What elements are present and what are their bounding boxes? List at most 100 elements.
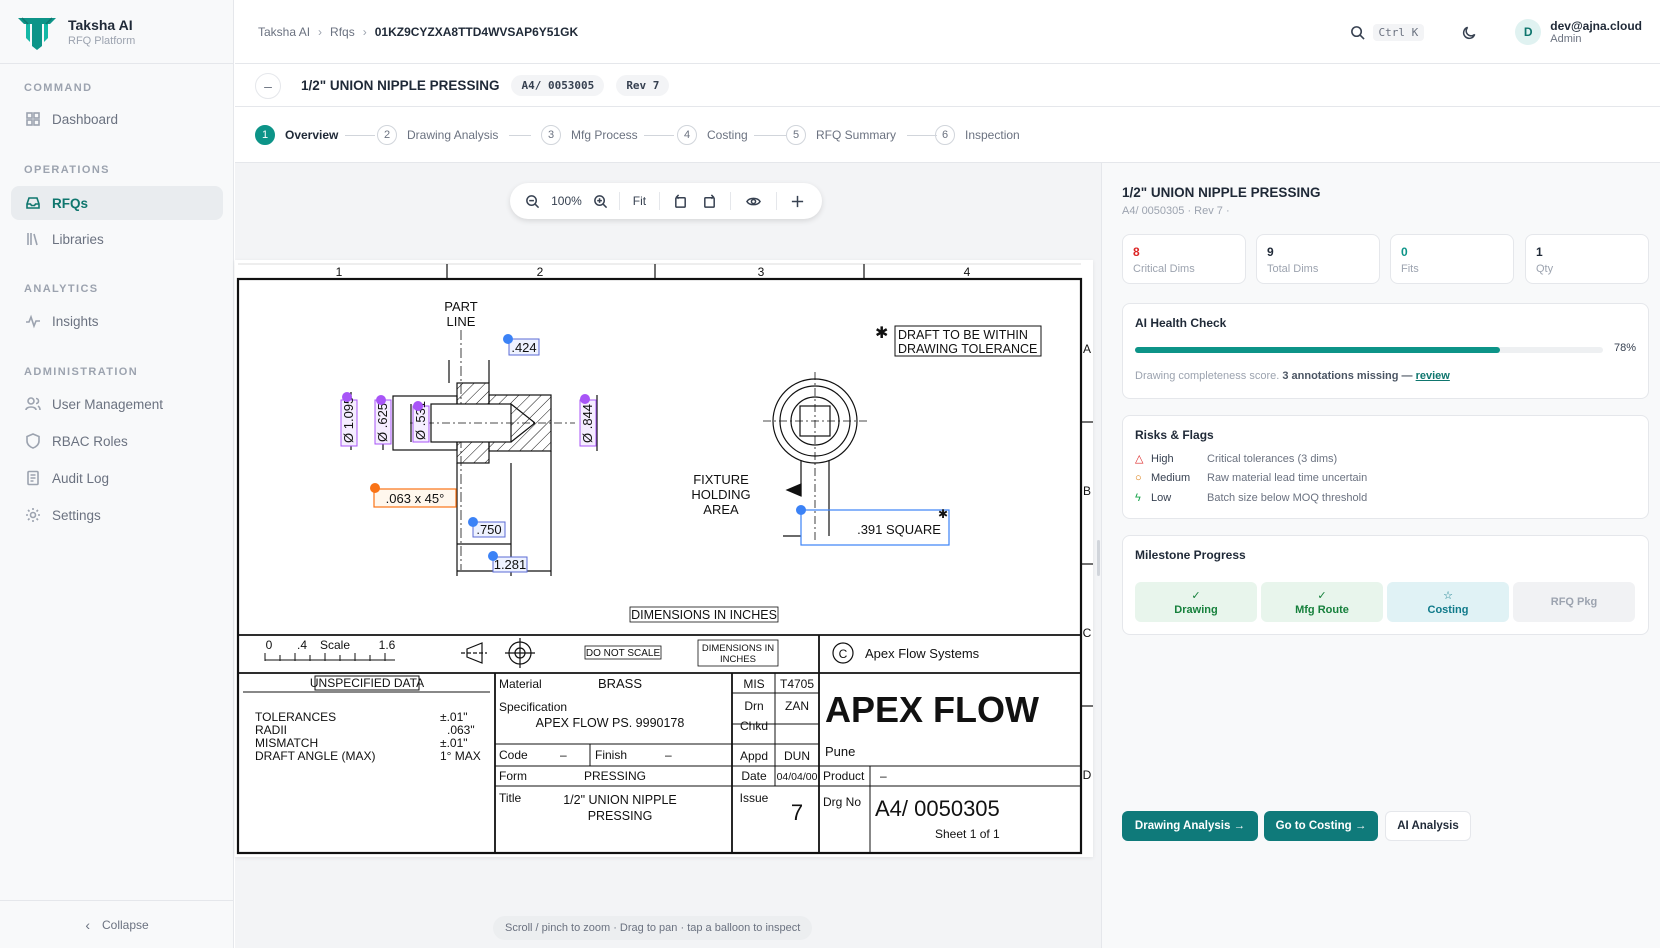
user-menu[interactable]: D dev@ajna.cloud Admin	[1515, 19, 1642, 45]
rotate-right-button[interactable]	[695, 183, 724, 219]
title-value: PRESSING	[588, 809, 653, 823]
zoom-out-button[interactable]	[520, 183, 545, 219]
rotate-right-icon	[704, 193, 715, 208]
review-link[interactable]: review	[1416, 370, 1450, 382]
milestone-drawing[interactable]: ✓ Drawing	[1135, 582, 1257, 622]
tolerance-key: MISMATCH	[255, 736, 318, 750]
step-rfq-summary[interactable]: 5 RFQ Summary	[786, 125, 896, 145]
breadcrumb-item[interactable]: Rfqs	[330, 25, 355, 39]
step-number: 1	[255, 125, 275, 145]
annotation-balloon[interactable]	[580, 394, 590, 404]
milestone-rfq-pkg[interactable]: RFQ Pkg	[1513, 582, 1635, 622]
mis-label: MIS	[743, 677, 764, 691]
card-title: Risks & Flags	[1135, 428, 1214, 442]
nav-section-operations: OPERATIONS	[24, 164, 110, 176]
step-connector	[345, 135, 375, 136]
sidebar-item-insights[interactable]: Insights	[11, 304, 223, 338]
stat-qty[interactable]: 1 Qty	[1525, 234, 1649, 284]
stat-critical-dims[interactable]: 8 Critical Dims	[1122, 234, 1246, 284]
draft-note: DRAWING TOLERANCE	[898, 342, 1037, 356]
sidebar-item-audit-log[interactable]: Audit Log	[11, 461, 223, 495]
sidebar-item-settings[interactable]: Settings	[11, 498, 223, 532]
rotate-left-icon	[675, 193, 686, 208]
step-number: 3	[541, 125, 561, 145]
rotate-left-button[interactable]	[666, 183, 695, 219]
part-line-label: LINE	[447, 314, 476, 329]
brand-subtitle: RFQ Platform	[68, 34, 136, 47]
risk-text: Batch size below MOQ threshold	[1207, 492, 1368, 504]
sidebar-item-dashboard[interactable]: Dashboard	[11, 102, 223, 136]
annotation-balloon[interactable]	[342, 392, 352, 402]
annotation-balloon[interactable]	[796, 505, 806, 515]
search-button[interactable]: Ctrl K	[1350, 23, 1425, 41]
product-value: –	[880, 769, 887, 783]
drawing-sheet[interactable]: 1 2 3 4 A B C D PART LINE .424 Ø 1.095 Ø…	[235, 260, 1093, 857]
stat-fits[interactable]: 0 Fits	[1390, 234, 1514, 284]
part-section-view	[350, 360, 598, 576]
drawing-analysis-button[interactable]: Drawing Analysis →	[1122, 811, 1258, 841]
sidebar-item-libraries[interactable]: Libraries	[11, 222, 223, 256]
spec-value: APEX FLOW PS. 9990178	[536, 716, 685, 730]
viewer-hint: Scroll / pinch to zoom · Drag to pan · t…	[493, 916, 813, 940]
back-button[interactable]: –	[255, 72, 281, 99]
sidebar-item-label: Settings	[52, 507, 101, 523]
grid-col-label: 1	[336, 265, 343, 279]
step-inspection[interactable]: 6 Inspection	[935, 125, 1020, 145]
annotation-balloon[interactable]	[370, 483, 380, 493]
step-label: Mfg Process	[571, 128, 638, 142]
drawing-viewer[interactable]: 100% Fit 1 2 3 4 A B C D PART LINE .424 …	[235, 163, 1101, 948]
theme-toggle[interactable]	[1462, 25, 1477, 40]
step-label: Costing	[707, 128, 748, 142]
annotation-balloon[interactable]	[503, 334, 513, 344]
step-connector	[509, 135, 531, 136]
milestone-costing[interactable]: ☆ Costing	[1387, 582, 1509, 622]
user-role: Admin	[1550, 33, 1582, 45]
material-label: Material	[499, 677, 542, 691]
risk-level: Low	[1151, 492, 1172, 504]
annotation-balloon[interactable]	[468, 517, 478, 527]
stat-total-dims[interactable]: 9 Total Dims	[1256, 234, 1380, 284]
collapse-label: Collapse	[101, 917, 149, 932]
topbar-actions: Ctrl K D dev@ajna.cloud Admin	[1350, 0, 1660, 64]
ai-analysis-button[interactable]: AI Analysis	[1385, 811, 1471, 841]
stat-label: Critical Dims	[1133, 263, 1195, 275]
milestone-label: Costing	[1427, 603, 1469, 616]
step-mfg-process[interactable]: 3 Mfg Process	[541, 125, 638, 145]
finish-label: Finish	[595, 748, 627, 762]
step-drawing-analysis[interactable]: 2 Drawing Analysis	[377, 125, 498, 145]
stat-label: Qty	[1536, 263, 1554, 275]
annotation-balloon[interactable]	[488, 551, 498, 561]
add-annotation-button[interactable]	[783, 183, 812, 219]
sidebar-item-rfqs[interactable]: RFQs	[11, 186, 223, 220]
brand[interactable]: Taksha AI RFQ Platform	[0, 0, 233, 64]
milestone-mfg-route[interactable]: ✓ Mfg Route	[1261, 582, 1383, 622]
step-number: 6	[935, 125, 955, 145]
zoom-out-icon	[526, 194, 540, 208]
sidebar-item-label: RFQs	[52, 195, 89, 211]
dimension-label: .063 x 45°	[386, 491, 445, 506]
sidebar-item-rbac-roles[interactable]: RBAC Roles	[11, 424, 223, 458]
step-connector	[644, 135, 674, 136]
brand-name: Taksha AI	[68, 16, 133, 33]
sidebar-item-user-management[interactable]: User Management	[11, 387, 223, 421]
sidebar-item-label: Insights	[52, 313, 99, 329]
collapse-button[interactable]: ‹ Collapse	[0, 900, 234, 948]
step-connector	[907, 135, 937, 136]
step-overview[interactable]: 1 Overview	[255, 125, 338, 145]
sidebar: Taksha AI RFQ Platform COMMAND Dashboard…	[0, 0, 234, 948]
zoom-in-button[interactable]	[588, 183, 613, 219]
annotation-balloon[interactable]	[413, 401, 423, 411]
stat-label: Fits	[1401, 263, 1419, 275]
dimension-label: 1.281	[494, 557, 527, 572]
fit-button[interactable]: Fit	[626, 183, 653, 219]
annotation-balloon[interactable]	[376, 395, 386, 405]
breadcrumb-item[interactable]: Taksha AI	[258, 25, 310, 39]
material-value: BRASS	[598, 676, 642, 691]
step-costing[interactable]: 4 Costing	[677, 125, 748, 145]
grid-row-label: D	[1083, 768, 1092, 782]
grid-row-label: B	[1083, 484, 1091, 498]
go-to-costing-button[interactable]: Go to Costing →	[1264, 811, 1378, 841]
panel-resize-handle[interactable]	[1097, 540, 1100, 576]
toggle-annotations-button[interactable]	[737, 183, 770, 219]
dimensions-in-inches: INCHES	[720, 654, 756, 665]
